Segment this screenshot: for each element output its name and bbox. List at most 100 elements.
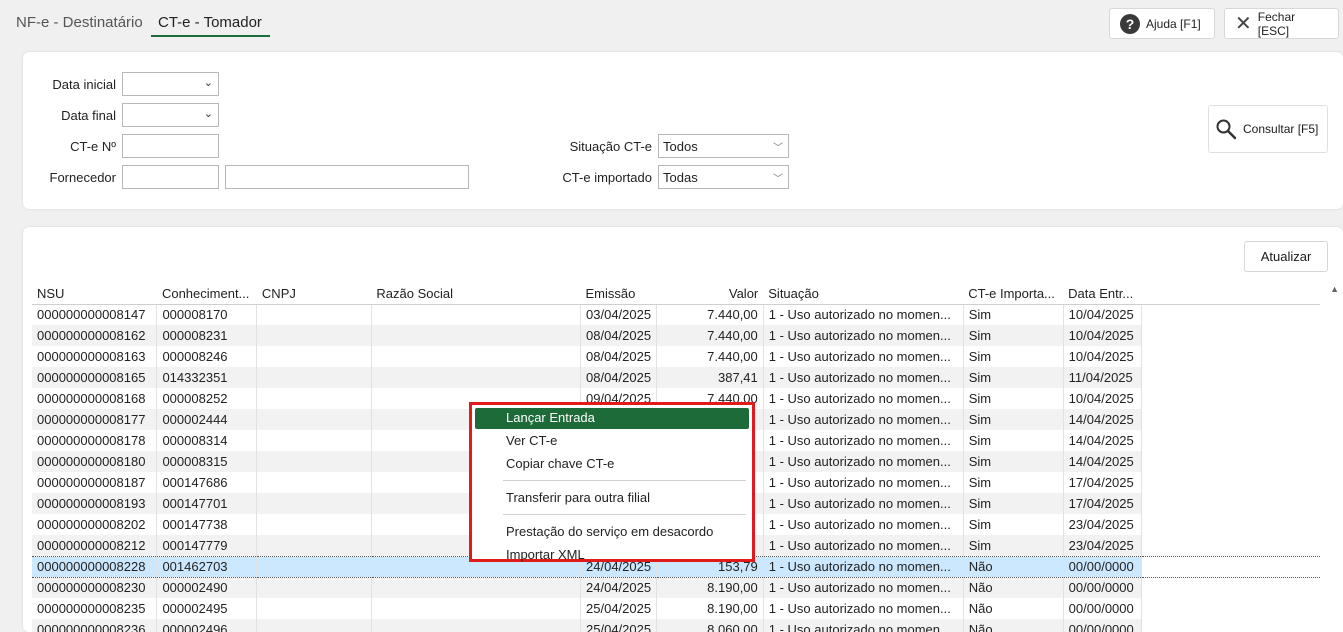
menu-separator [503, 514, 746, 515]
table-cell: 1 - Uso autorizado no momen... [763, 430, 964, 451]
table-cell [256, 535, 372, 556]
menu-item-importar-xml[interactable]: Importar XML [475, 545, 749, 566]
table-cell: 000008170 [156, 304, 258, 325]
table-cell: 10/04/2025 [1063, 304, 1142, 325]
column-header[interactable]: Emissão [580, 283, 657, 305]
row-filler [1141, 598, 1320, 619]
situacao-select[interactable]: Todos ﹀ [658, 134, 789, 158]
table-cell: 7.440,00 [656, 304, 764, 325]
table-cell: 1 - Uso autorizado no momen... [763, 346, 964, 367]
menu-item-transferir-filial[interactable]: Transferir para outra filial [475, 488, 749, 509]
table-cell: 000008315 [156, 451, 258, 472]
help-circle-icon: ? [1120, 13, 1140, 34]
column-header[interactable]: Valor [656, 283, 764, 305]
table-cell: 000147701 [156, 493, 258, 514]
table-cell: Sim [963, 346, 1064, 367]
data-inicial-label: Data inicial [52, 77, 116, 92]
column-header[interactable]: CNPJ [256, 283, 372, 305]
tab-nfe-destinatario[interactable]: NF-e - Destinatário [16, 12, 143, 37]
table-cell: 1 - Uso autorizado no momen... [763, 388, 964, 409]
menu-item-copiar-chave[interactable]: Copiar chave CT-e [475, 454, 749, 475]
table-row[interactable]: 000000000008235 000002495 25/04/2025 8.190,… [32, 598, 1320, 619]
table-cell: Não [963, 598, 1064, 619]
table-row[interactable]: 000000000008165 014332351 08/04/2025 387,41… [32, 367, 1320, 388]
importado-select[interactable]: Todas ﹀ [658, 165, 789, 189]
table-cell: 1 - Uso autorizado no momen... [763, 535, 964, 556]
column-header[interactable]: Razão Social [371, 283, 581, 305]
row-filler [1141, 451, 1320, 472]
table-cell: 1 - Uso autorizado no momen... [763, 367, 964, 388]
menu-item-ver-cte[interactable]: Ver CT-e [475, 431, 749, 452]
cte-numero-input[interactable] [122, 134, 219, 158]
consultar-button[interactable]: Consultar [F5] [1208, 105, 1328, 153]
situacao-value: Todos [663, 139, 698, 154]
table-cell [371, 619, 582, 632]
table-cell [371, 304, 582, 325]
table-cell: 8.190,00 [656, 577, 764, 598]
close-button[interactable]: ✕ Fechar [ESC] [1224, 8, 1339, 39]
table-cell: 25/04/2025 [580, 619, 658, 632]
chevron-down-icon[interactable]: ⌄ [204, 76, 213, 89]
table-cell: 17/04/2025 [1063, 493, 1142, 514]
table-cell: 1 - Uso autorizado no momen... [763, 409, 964, 430]
table-row[interactable]: 000000000008163 000008246 08/04/2025 7.440,… [32, 346, 1320, 367]
row-filler [1141, 619, 1320, 632]
help-button[interactable]: ? Ajuda [F1] [1109, 8, 1215, 39]
row-filler [1141, 304, 1320, 325]
column-header[interactable]: Situação [763, 283, 964, 305]
table-cell: 000000000008235 [32, 598, 158, 619]
table-cell: 8.190,00 [656, 598, 764, 619]
menu-item-lancar-entrada[interactable]: Lançar Entrada [475, 408, 749, 429]
table-cell: 000000000008180 [32, 451, 158, 472]
table-cell: 23/04/2025 [1063, 535, 1142, 556]
context-menu: Lançar Entrada Ver CT-e Copiar chave CT-… [469, 402, 755, 562]
table-cell: 000008252 [156, 388, 258, 409]
table-row[interactable]: 000000000008236 000002496 25/04/2025 8.060,… [32, 619, 1320, 632]
table-cell: 000000000008162 [32, 325, 158, 346]
table-cell: 000000000008236 [32, 619, 158, 632]
filter-panel: Data inicial ⌄ Data final ⌄ CT-e Nº Forn… [23, 52, 1343, 209]
tab-cte-tomador[interactable]: CT-e - Tomador [151, 12, 270, 37]
row-filler [1141, 409, 1320, 430]
column-header[interactable]: NSU [32, 283, 157, 305]
table-cell: 000000000008177 [32, 409, 158, 430]
menu-separator [503, 480, 746, 481]
atualizar-button[interactable]: Atualizar [1244, 241, 1328, 272]
table-cell: Sim [963, 451, 1064, 472]
fornecedor-name-input[interactable] [225, 165, 469, 189]
table-row[interactable]: 000000000008230 000002490 24/04/2025 8.190,… [32, 577, 1320, 598]
chevron-down-icon[interactable]: ⌄ [204, 107, 213, 120]
table-row[interactable]: 000000000008147 000008170 03/04/2025 7.440,… [32, 304, 1320, 325]
situacao-label: Situação CT-e [569, 139, 652, 154]
table-cell: 1 - Uso autorizado no momen... [763, 555, 964, 578]
table-cell: Sim [963, 535, 1064, 556]
table-cell: 14/04/2025 [1063, 409, 1142, 430]
column-header[interactable]: Conheciment... [156, 283, 257, 305]
table-cell: 1 - Uso autorizado no momen... [763, 451, 964, 472]
table-cell: 08/04/2025 [580, 346, 658, 367]
table-cell: 387,41 [656, 367, 764, 388]
close-button-label: Fechar [ESC] [1257, 9, 1296, 38]
menu-item-prestacao-desacordo[interactable]: Prestação do serviço em desacordo [475, 522, 749, 543]
table-cell: 1 - Uso autorizado no momen... [763, 577, 964, 598]
table-cell: 25/04/2025 [580, 598, 658, 619]
table-row[interactable]: 000000000008162 000008231 08/04/2025 7.440,… [32, 325, 1320, 346]
column-header[interactable]: Data Entr... [1063, 283, 1142, 305]
table-cell: Sim [963, 409, 1064, 430]
table-cell: 000000000008193 [32, 493, 158, 514]
table-header: NSU Conheciment... CNPJ Razão Social Emissão… [32, 283, 1320, 305]
table-cell: 10/04/2025 [1063, 388, 1142, 409]
scroll-up-icon[interactable]: ▲ [1330, 284, 1339, 294]
vertical-scrollbar[interactable] [1323, 287, 1343, 632]
table-cell: 1 - Uso autorizado no momen... [763, 619, 964, 632]
table-cell: 17/04/2025 [1063, 472, 1142, 493]
data-final-field[interactable]: ⌄ [122, 103, 219, 127]
table-cell: 000000000008168 [32, 388, 158, 409]
table-cell: 000008314 [156, 430, 258, 451]
row-filler [1141, 514, 1320, 535]
table-cell: 000147779 [156, 535, 258, 556]
table-cell: 24/04/2025 [580, 577, 658, 598]
data-inicial-field[interactable]: ⌄ [122, 72, 219, 96]
fornecedor-code-input[interactable] [122, 165, 219, 189]
column-header[interactable]: CT-e Importa... [963, 283, 1064, 305]
